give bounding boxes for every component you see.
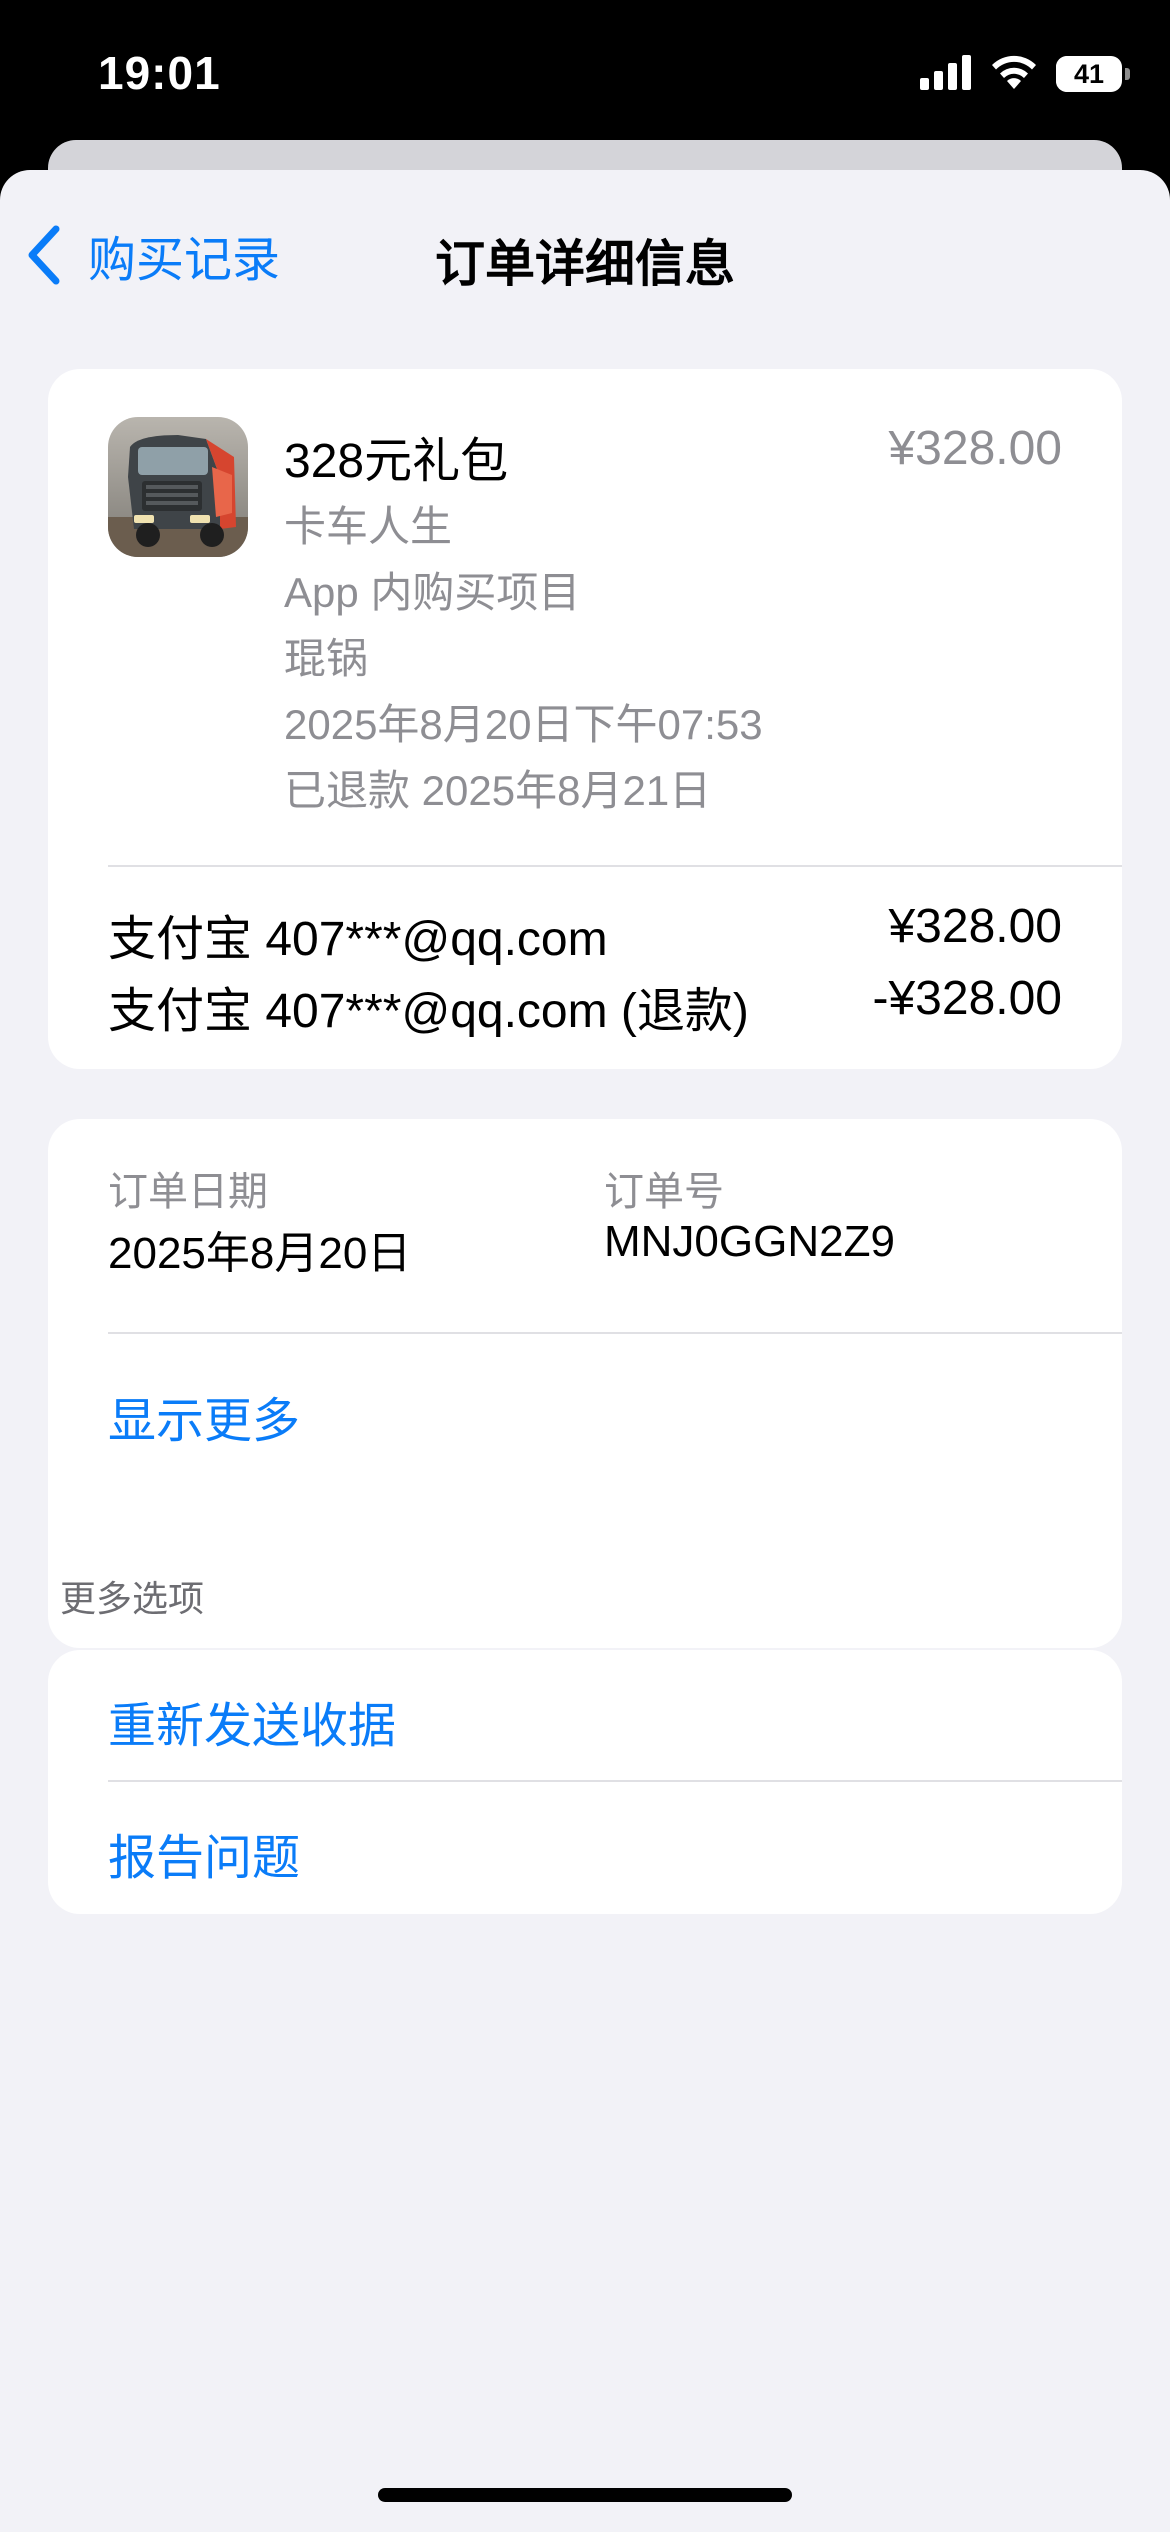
more-options-header: 更多选项 [60, 1578, 205, 1619]
status-icons: 41 [920, 52, 1130, 96]
item-type: App 内购买项目 [284, 569, 581, 616]
divider [108, 1332, 1122, 1334]
order-number-value: MNJ0GGN2Z9 [604, 1217, 895, 1266]
show-more-button[interactable]: 显示更多 [108, 1381, 300, 1451]
app-icon-truck-life [108, 417, 248, 557]
payment-amount: ¥328.00 [888, 900, 1062, 953]
refund-payment-row: 支付宝 407***@qq.com (退款) -¥328.00 [108, 971, 1062, 1041]
divider [108, 865, 1122, 867]
home-indicator [378, 2488, 792, 2502]
status-bar: 19:01 41 [0, 0, 1170, 150]
payment-amount: -¥328.00 [872, 972, 1063, 1025]
order-number-label: 订单号 [604, 1170, 724, 1214]
order-detail-sheet: 购买记录 订单详细信息 328元礼包 ¥328.00 卡车人生 App 内购买项… [0, 170, 1170, 2532]
resend-receipt-button[interactable]: 重新发送收据 [108, 1686, 396, 1756]
cellular-signal-icon [920, 54, 972, 95]
item-name: 328元礼包 [284, 435, 509, 488]
item-price: ¥328.00 [888, 422, 1062, 475]
purchase-time: 2025年8月20日下午07:53 [284, 701, 763, 748]
refund-status: 已退款 2025年8月21日 [284, 767, 712, 814]
order-info-card: 订单日期 2025年8月20日 订单号 MNJ0GGN2Z9 显示更多 [48, 1119, 1122, 1648]
order-date-label: 订单日期 [108, 1170, 268, 1214]
battery-icon: 41 [1056, 56, 1130, 92]
payment-row: 支付宝 407***@qq.com ¥328.00 [108, 899, 1062, 969]
device-name: 琨锅 [284, 635, 369, 682]
payment-method: 支付宝 407***@qq.com [108, 913, 608, 966]
app-name: 卡车人生 [284, 503, 453, 550]
report-problem-button[interactable]: 报告问题 [108, 1818, 300, 1888]
status-time: 19:01 [98, 47, 221, 99]
payment-method: 支付宝 407***@qq.com (退款) [108, 985, 749, 1038]
divider [108, 1780, 1122, 1782]
order-date-value: 2025年8月20日 [108, 1229, 412, 1278]
page-title: 订单详细信息 [435, 236, 735, 292]
navigation-bar: 购买记录 订单详细信息 [0, 170, 1170, 340]
more-options-card: 重新发送收据 报告问题 [48, 1650, 1122, 1914]
purchase-card: 328元礼包 ¥328.00 卡车人生 App 内购买项目 琨锅 2025年8月… [48, 369, 1122, 1069]
wifi-icon [990, 54, 1038, 95]
battery-level: 41 [1073, 59, 1105, 89]
